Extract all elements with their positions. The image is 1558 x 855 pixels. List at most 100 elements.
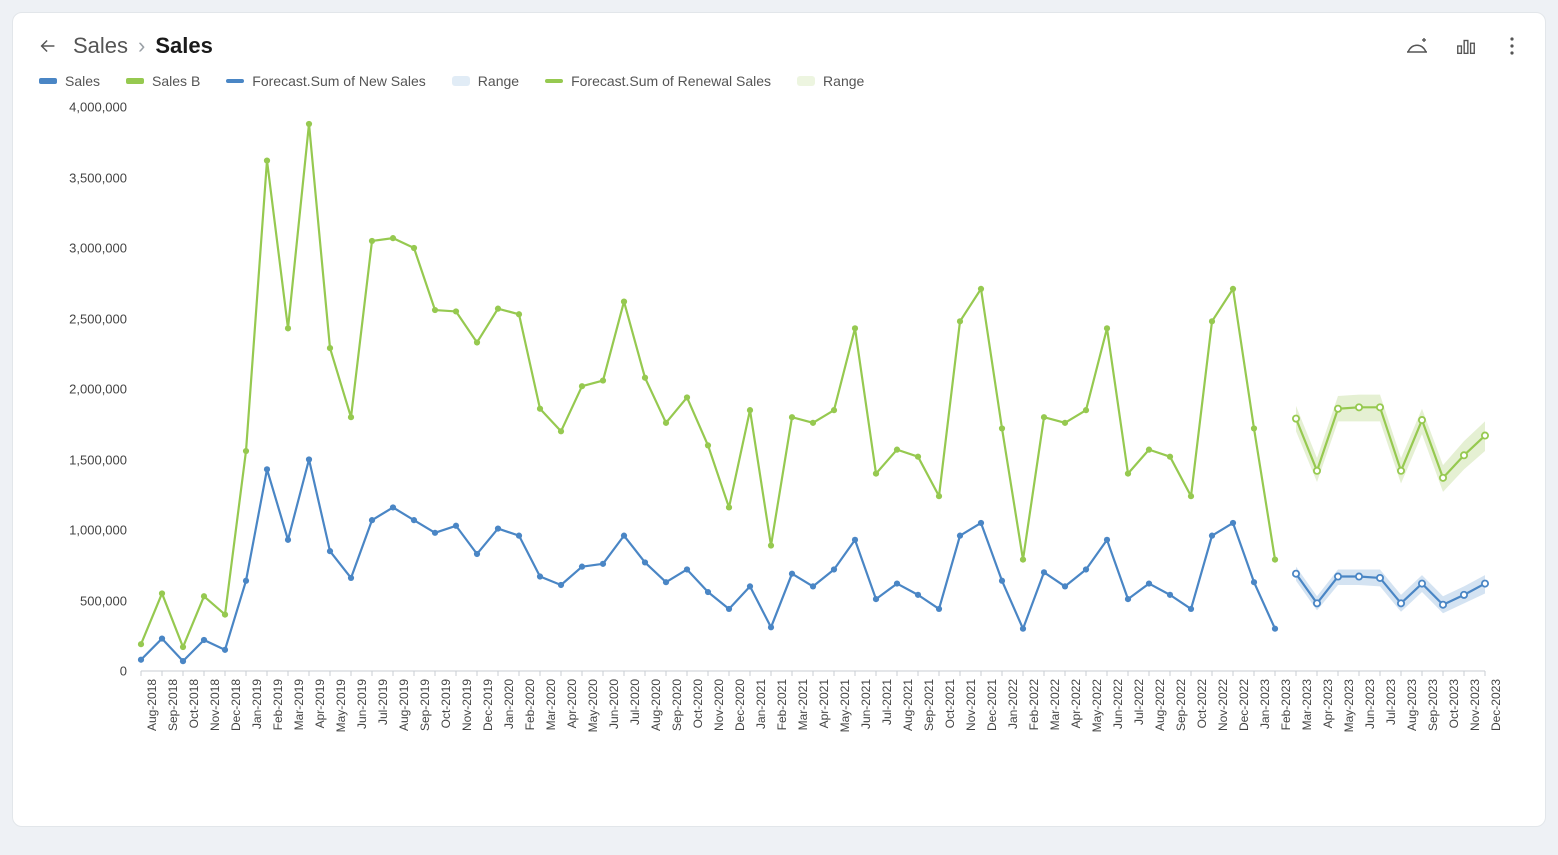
data-point[interactable] bbox=[1125, 471, 1131, 477]
data-point[interactable] bbox=[621, 298, 627, 304]
data-point[interactable] bbox=[201, 593, 207, 599]
data-point[interactable] bbox=[831, 407, 837, 413]
data-point[interactable] bbox=[852, 537, 858, 543]
data-point[interactable] bbox=[474, 551, 480, 557]
data-point[interactable] bbox=[1419, 417, 1425, 423]
data-point[interactable] bbox=[1440, 475, 1446, 481]
data-point[interactable] bbox=[1293, 416, 1299, 422]
data-point[interactable] bbox=[1146, 447, 1152, 453]
data-point[interactable] bbox=[768, 624, 774, 630]
data-point[interactable] bbox=[642, 375, 648, 381]
anomaly-icon[interactable] bbox=[1405, 35, 1429, 57]
data-point[interactable] bbox=[327, 345, 333, 351]
data-point[interactable] bbox=[999, 578, 1005, 584]
data-point[interactable] bbox=[978, 286, 984, 292]
legend-item[interactable]: Range bbox=[797, 73, 864, 89]
data-point[interactable] bbox=[1041, 569, 1047, 575]
data-point[interactable] bbox=[642, 559, 648, 565]
data-point[interactable] bbox=[516, 533, 522, 539]
data-point[interactable] bbox=[348, 575, 354, 581]
data-point[interactable] bbox=[1209, 533, 1215, 539]
data-point[interactable] bbox=[432, 530, 438, 536]
data-point[interactable] bbox=[1167, 454, 1173, 460]
data-point[interactable] bbox=[369, 238, 375, 244]
data-point[interactable] bbox=[411, 245, 417, 251]
data-point[interactable] bbox=[1377, 575, 1383, 581]
data-point[interactable] bbox=[495, 306, 501, 312]
data-point[interactable] bbox=[1062, 583, 1068, 589]
data-point[interactable] bbox=[1146, 580, 1152, 586]
data-point[interactable] bbox=[663, 420, 669, 426]
back-icon[interactable] bbox=[37, 35, 59, 57]
data-point[interactable] bbox=[1251, 579, 1257, 585]
data-point[interactable] bbox=[1104, 537, 1110, 543]
data-point[interactable] bbox=[1104, 325, 1110, 331]
data-point[interactable] bbox=[873, 596, 879, 602]
kebab-menu-icon[interactable] bbox=[1503, 35, 1521, 57]
data-point[interactable] bbox=[579, 564, 585, 570]
data-point[interactable] bbox=[138, 657, 144, 663]
data-point[interactable] bbox=[453, 523, 459, 529]
data-point[interactable] bbox=[411, 517, 417, 523]
data-point[interactable] bbox=[1461, 452, 1467, 458]
data-point[interactable] bbox=[474, 339, 480, 345]
data-point[interactable] bbox=[558, 582, 564, 588]
data-point[interactable] bbox=[306, 121, 312, 127]
data-point[interactable] bbox=[1314, 600, 1320, 606]
data-point[interactable] bbox=[348, 414, 354, 420]
data-point[interactable] bbox=[306, 456, 312, 462]
data-point[interactable] bbox=[894, 447, 900, 453]
data-point[interactable] bbox=[1188, 606, 1194, 612]
data-point[interactable] bbox=[1461, 592, 1467, 598]
data-point[interactable] bbox=[810, 583, 816, 589]
data-point[interactable] bbox=[1272, 557, 1278, 563]
data-point[interactable] bbox=[810, 420, 816, 426]
legend-item[interactable]: Forecast.Sum of Renewal Sales bbox=[545, 73, 771, 89]
data-point[interactable] bbox=[432, 307, 438, 313]
data-point[interactable] bbox=[222, 612, 228, 618]
data-point[interactable] bbox=[138, 641, 144, 647]
data-point[interactable] bbox=[327, 548, 333, 554]
data-point[interactable] bbox=[1440, 602, 1446, 608]
data-point[interactable] bbox=[1293, 571, 1299, 577]
data-point[interactable] bbox=[180, 644, 186, 650]
data-point[interactable] bbox=[285, 537, 291, 543]
legend-item[interactable]: Sales B bbox=[126, 73, 200, 89]
data-point[interactable] bbox=[1188, 493, 1194, 499]
data-point[interactable] bbox=[999, 425, 1005, 431]
data-point[interactable] bbox=[1209, 318, 1215, 324]
data-point[interactable] bbox=[1041, 414, 1047, 420]
data-point[interactable] bbox=[915, 592, 921, 598]
data-point[interactable] bbox=[978, 520, 984, 526]
breadcrumb-parent[interactable]: Sales bbox=[73, 33, 128, 59]
data-point[interactable] bbox=[1335, 406, 1341, 412]
data-point[interactable] bbox=[1020, 626, 1026, 632]
data-point[interactable] bbox=[537, 406, 543, 412]
data-point[interactable] bbox=[1419, 580, 1425, 586]
data-point[interactable] bbox=[831, 566, 837, 572]
data-point[interactable] bbox=[243, 578, 249, 584]
data-point[interactable] bbox=[600, 561, 606, 567]
data-point[interactable] bbox=[957, 318, 963, 324]
data-point[interactable] bbox=[894, 580, 900, 586]
data-point[interactable] bbox=[558, 428, 564, 434]
data-point[interactable] bbox=[789, 571, 795, 577]
data-point[interactable] bbox=[222, 647, 228, 653]
data-point[interactable] bbox=[852, 325, 858, 331]
data-point[interactable] bbox=[915, 454, 921, 460]
data-point[interactable] bbox=[537, 573, 543, 579]
data-point[interactable] bbox=[873, 471, 879, 477]
data-point[interactable] bbox=[180, 658, 186, 664]
legend-item[interactable]: Forecast.Sum of New Sales bbox=[226, 73, 426, 89]
data-point[interactable] bbox=[663, 579, 669, 585]
data-point[interactable] bbox=[516, 311, 522, 317]
data-point[interactable] bbox=[1314, 468, 1320, 474]
data-point[interactable] bbox=[390, 504, 396, 510]
data-point[interactable] bbox=[705, 442, 711, 448]
data-point[interactable] bbox=[1272, 626, 1278, 632]
data-point[interactable] bbox=[747, 583, 753, 589]
data-point[interactable] bbox=[1251, 425, 1257, 431]
data-point[interactable] bbox=[1230, 286, 1236, 292]
bar-chart-icon[interactable] bbox=[1455, 35, 1477, 57]
data-point[interactable] bbox=[705, 589, 711, 595]
